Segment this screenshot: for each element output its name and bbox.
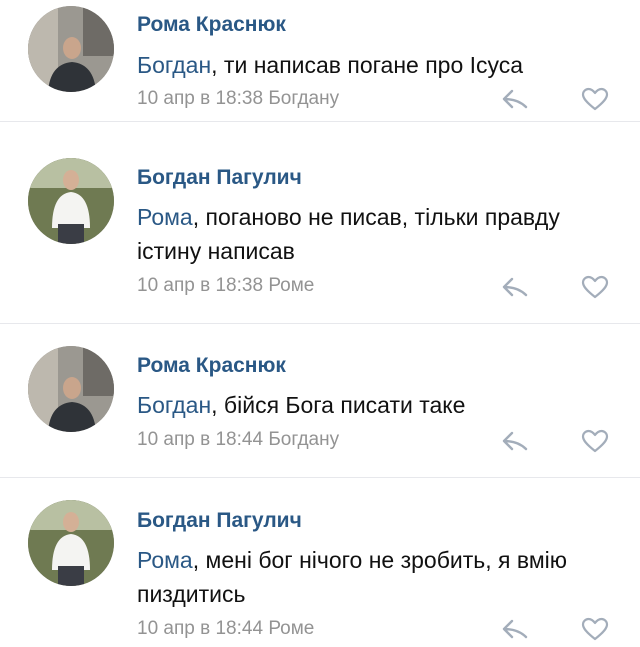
comment-body: , мені бог нічого не зробить, я вмію пиз… <box>137 547 568 607</box>
comment-item: Богдан Пагулич Рома, поганово не писав, … <box>0 122 640 324</box>
comment-date[interactable]: 10 апр в 18:38 <box>137 275 263 296</box>
comment-body: , поганово не писав, тільки правду істин… <box>137 204 560 264</box>
like-icon[interactable] <box>580 86 610 112</box>
comment-text: Богдан, ти написав погане про Ісуса <box>137 48 617 82</box>
comment-item: Рома Краснюк Богдан, ти написав погане п… <box>0 0 640 122</box>
comment-item: Богдан Пагулич Рома, мені бог нічого не … <box>0 478 640 644</box>
avatar[interactable] <box>28 500 114 586</box>
reply-icon[interactable] <box>500 274 530 300</box>
comment-meta: 10 апр в 18:44 Богдану <box>137 429 339 451</box>
comment-author[interactable]: Богдан Пагулич <box>137 166 302 190</box>
reply-target[interactable]: Богдану <box>268 88 339 109</box>
like-icon[interactable] <box>580 274 610 300</box>
comment-meta: 10 апр в 18:44 Роме <box>137 618 314 640</box>
comment-text: Рома, поганово не писав, тільки правду і… <box>137 200 617 268</box>
reply-mention[interactable]: Рома <box>137 204 193 230</box>
comment-body: , ти написав погане про Ісуса <box>211 52 524 78</box>
like-icon[interactable] <box>580 616 610 642</box>
comment-meta: 10 апр в 18:38 Роме <box>137 275 314 297</box>
reply-mention[interactable]: Рома <box>137 547 193 573</box>
reply-icon[interactable] <box>500 428 530 454</box>
comment-author[interactable]: Рома Краснюк <box>137 354 286 378</box>
comment-date[interactable]: 10 апр в 18:44 <box>137 429 263 450</box>
avatar[interactable] <box>28 6 114 92</box>
reply-mention[interactable]: Богдан <box>137 392 211 418</box>
reply-target[interactable]: Роме <box>268 275 314 296</box>
reply-mention[interactable]: Богдан <box>137 52 211 78</box>
reply-target[interactable]: Роме <box>268 618 314 639</box>
comment-body: , бійся Бога писати таке <box>211 392 466 418</box>
comment-text: Рома, мені бог нічого не зробить, я вмію… <box>137 543 617 611</box>
comment-date[interactable]: 10 апр в 18:38 <box>137 88 263 109</box>
comment-author[interactable]: Рома Краснюк <box>137 13 286 37</box>
like-icon[interactable] <box>580 428 610 454</box>
comment-item: Рома Краснюк Богдан, бійся Бога писати т… <box>0 324 640 478</box>
avatar[interactable] <box>28 346 114 432</box>
avatar[interactable] <box>28 158 114 244</box>
reply-icon[interactable] <box>500 86 530 112</box>
reply-target[interactable]: Богдану <box>268 429 339 450</box>
reply-icon[interactable] <box>500 616 530 642</box>
comment-meta: 10 апр в 18:38 Богдану <box>137 88 339 110</box>
comment-text: Богдан, бійся Бога писати таке <box>137 388 617 422</box>
comment-author[interactable]: Богдан Пагулич <box>137 509 302 533</box>
comment-date[interactable]: 10 апр в 18:44 <box>137 618 263 639</box>
